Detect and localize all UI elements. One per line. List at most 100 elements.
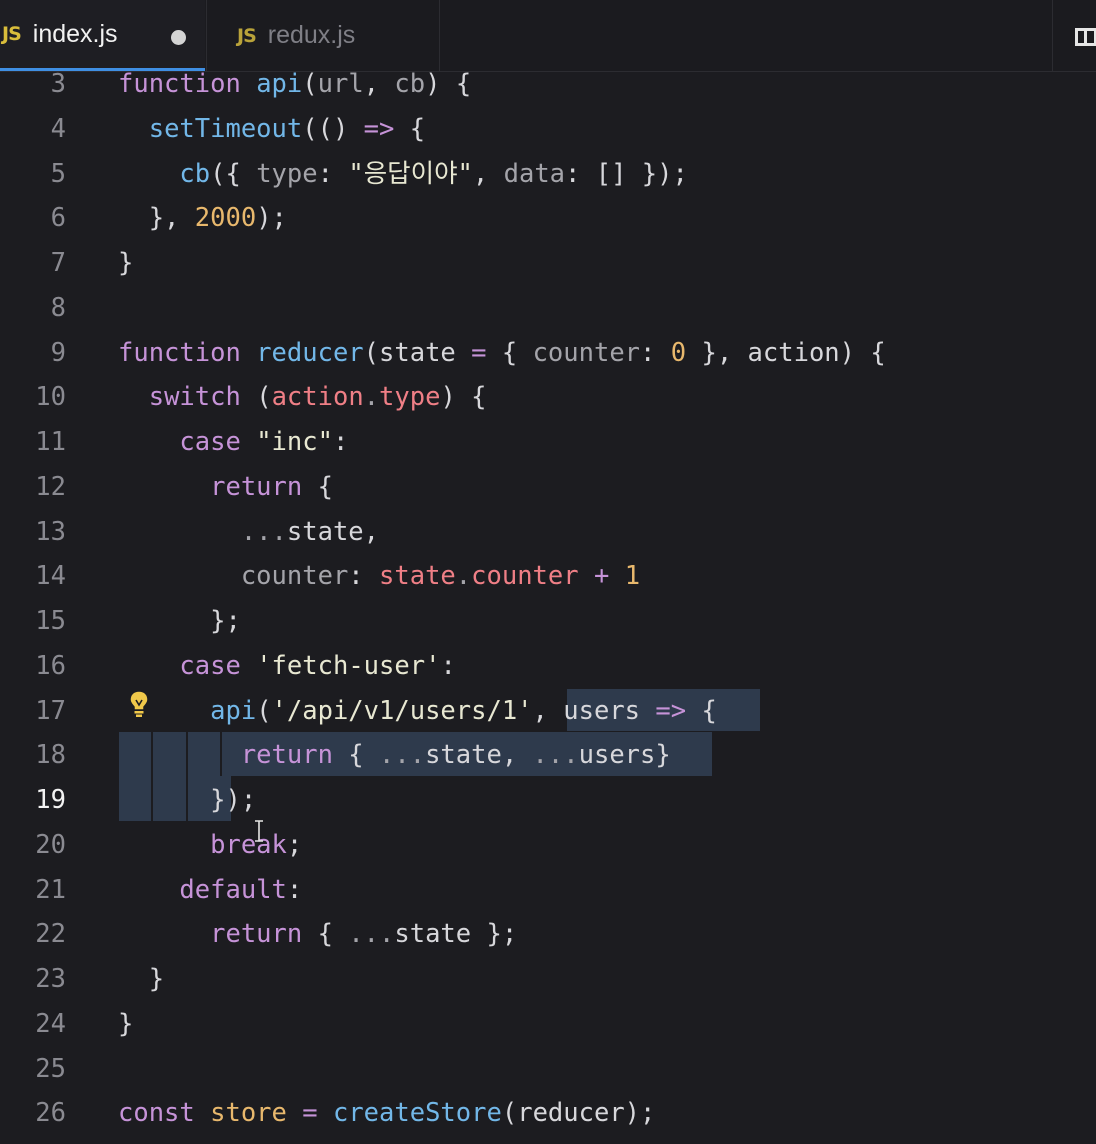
code-token: ( (363, 337, 380, 368)
code-line[interactable]: 11 case "inc": (0, 420, 1096, 465)
line-number: 20 (35, 829, 66, 860)
code-token: api (210, 695, 257, 726)
code-line[interactable]: 6 }, 2000); (0, 196, 1096, 241)
tab-bar: JS index.js JS redux.js (0, 0, 1096, 72)
code-token: : (640, 337, 671, 368)
code-token: => (363, 113, 395, 144)
code-token: } (118, 1008, 134, 1039)
code-editor[interactable]: 3 function api(url, cb) {4 setTimeout(() … (0, 72, 1096, 1144)
code-line[interactable]: 22 return { ...state }; (0, 912, 1096, 957)
unsaved-dot-icon[interactable] (171, 30, 186, 45)
code-token: return (210, 919, 303, 950)
code-token: { (394, 113, 426, 144)
code-line[interactable]: 23 } (0, 957, 1096, 1002)
code-token: . (363, 382, 380, 413)
line-number: 24 (35, 1008, 66, 1039)
code-line[interactable]: 24} (0, 1002, 1096, 1047)
code-token: api (256, 72, 303, 99)
code-token: function (118, 337, 241, 368)
code-token: counter (240, 561, 349, 592)
line-number: 7 (50, 248, 66, 278)
tab-redux-js[interactable]: JS redux.js (206, 0, 440, 71)
code-token: : (348, 561, 380, 592)
code-token: reducer (256, 337, 364, 368)
code-text: return { (118, 465, 333, 510)
code-token: ( (302, 72, 318, 99)
code-text: case 'fetch-user': (118, 644, 455, 689)
code-token: case (179, 650, 241, 681)
code-token: { (686, 695, 717, 726)
code-token: : (286, 874, 303, 905)
code-token: ) { (425, 72, 472, 99)
code-line[interactable]: 4 setTimeout(() => { (0, 107, 1096, 152)
lightbulb-icon[interactable] (127, 689, 151, 719)
code-line[interactable]: 15 }; (0, 599, 1096, 644)
code-token: : [] }); (565, 158, 688, 189)
code-line[interactable]: 3 function api(url, cb) { (0, 72, 1096, 107)
code-token: function (118, 72, 241, 99)
code-text: }; (118, 599, 241, 644)
code-token: : (317, 158, 349, 189)
code-text: }, 2000); (118, 196, 287, 241)
code-token: ... (532, 740, 579, 771)
code-token: break (210, 829, 287, 860)
line-number: 11 (35, 427, 66, 457)
line-number: 4 (50, 113, 66, 144)
line-number: 25 (35, 1053, 66, 1084)
code-line[interactable]: 17 api('/api/v1/users/1', users => { (0, 689, 1096, 734)
code-line[interactable]: 26 const store = createStore(reducer); (0, 1091, 1096, 1136)
code-token: counter (471, 561, 579, 592)
code-text: return { ...state }; (118, 912, 517, 957)
code-token: }, (686, 337, 748, 368)
code-text: ...state, (118, 510, 379, 555)
code-line[interactable]: 13 ...state, (0, 510, 1096, 555)
code-token: "inc" (256, 427, 333, 457)
code-line[interactable]: 12 return { (0, 465, 1096, 510)
code-token: data (503, 158, 566, 189)
code-token: ... (348, 919, 395, 950)
code-line[interactable]: 20 break; (0, 823, 1096, 868)
code-line[interactable]: 14 counter: state.counter + 1 (0, 554, 1096, 599)
code-token: action) { (747, 337, 886, 368)
code-token: { (486, 337, 533, 368)
code-text: } (118, 241, 133, 286)
line-number: 5 (50, 158, 66, 189)
line-number: 9 (50, 337, 66, 368)
code-text: case "inc": (118, 420, 348, 465)
line-number: 8 (50, 292, 66, 323)
code-token: 1 (624, 561, 641, 592)
code-text: } (118, 957, 164, 1002)
code-token: ); (256, 203, 287, 234)
code-line[interactable]: 9 function reducer(state = { counter: 0 }… (0, 331, 1096, 376)
code-line[interactable]: 25 (0, 1047, 1096, 1092)
code-token: setTimeout (148, 113, 303, 144)
code-token: counter (532, 337, 641, 368)
tab-index-js[interactable]: JS index.js (0, 0, 205, 71)
line-number: 13 (35, 516, 66, 547)
code-text: const store = createStore(reducer); (118, 1091, 655, 1136)
line-number: 21 (35, 874, 66, 905)
code-line[interactable]: 19 }); (0, 778, 1096, 823)
line-number: 19 (35, 785, 66, 815)
code-token: cb (179, 158, 211, 189)
code-token: return (210, 471, 303, 502)
split-editor-button[interactable] (1052, 0, 1096, 71)
code-line[interactable]: 8 (0, 286, 1096, 331)
code-line[interactable]: 7} (0, 241, 1096, 286)
code-token: url (317, 72, 364, 99)
code-line[interactable]: 5 cb({ type: "응답이야", data: [] }); (0, 152, 1096, 197)
code-token: ( (240, 382, 272, 413)
code-text: function reducer(state = { counter: 0 },… (118, 331, 886, 376)
code-line[interactable]: 18 return { ...state, ...users} (0, 733, 1096, 778)
code-token: ( (256, 695, 272, 726)
split-editor-icon (1075, 28, 1096, 46)
code-line[interactable]: 16 case 'fetch-user': (0, 644, 1096, 689)
code-line[interactable]: 21 default: (0, 868, 1096, 913)
code-line[interactable]: 10 switch (action.type) { (0, 375, 1096, 420)
